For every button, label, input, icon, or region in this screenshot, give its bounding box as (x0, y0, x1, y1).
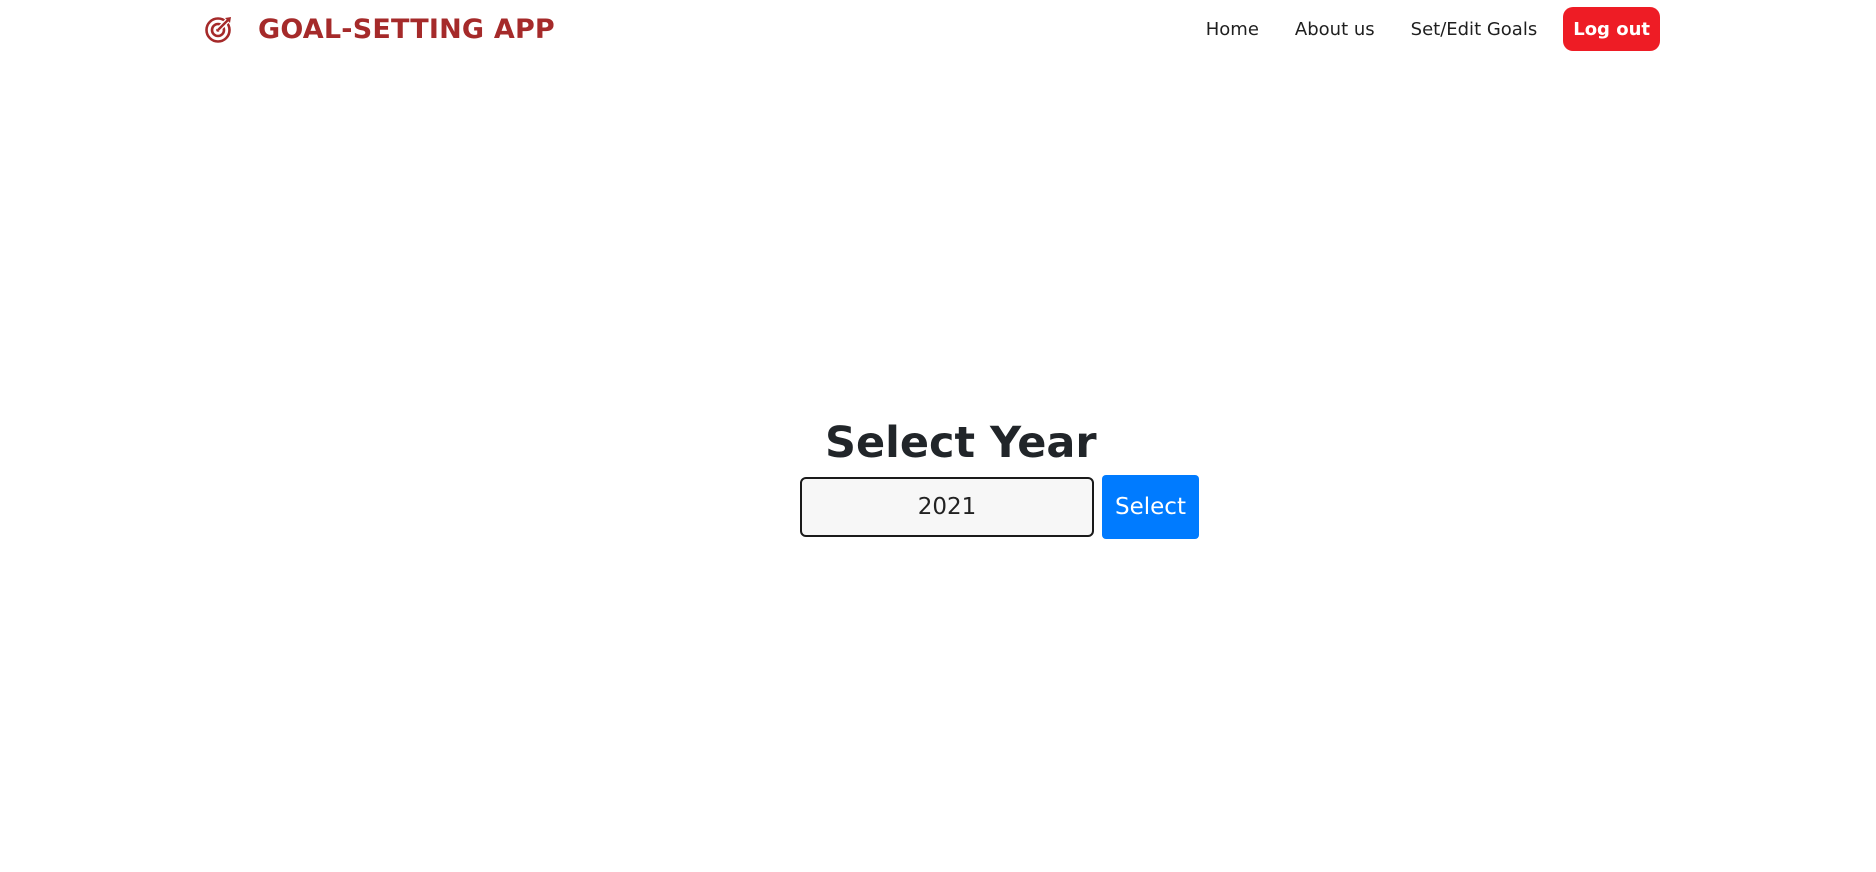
select-button[interactable]: Select (1102, 475, 1199, 539)
page-title: Select Year (825, 418, 1097, 468)
target-icon (205, 17, 231, 43)
brand-link[interactable]: GOAL-SETTING APP (204, 10, 555, 48)
navbar: GOAL-SETTING APP Home About us Set/Edit … (0, 0, 1876, 58)
year-input[interactable] (800, 477, 1094, 537)
nav-link-set-edit-goals[interactable]: Set/Edit Goals (1411, 19, 1538, 40)
brand-title: GOAL-SETTING APP (258, 13, 555, 45)
nav-links: Home About us Set/Edit Goals Log out (1206, 7, 1660, 51)
logout-button[interactable]: Log out (1563, 7, 1660, 51)
nav-link-about-us[interactable]: About us (1295, 19, 1375, 40)
nav-link-home[interactable]: Home (1206, 19, 1259, 40)
